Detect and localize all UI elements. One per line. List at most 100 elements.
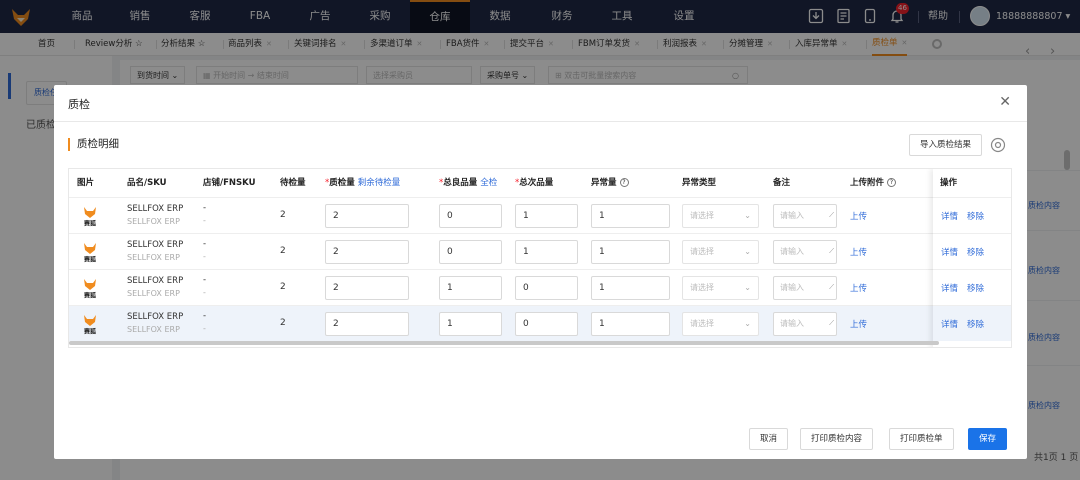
remark-placeholder: 请输入 (780, 247, 804, 256)
remark-textarea[interactable]: 请输入 ⟋ (773, 240, 837, 264)
good-qty-input[interactable]: 1 (439, 276, 502, 300)
defect-qty-input[interactable]: 0 (515, 312, 578, 336)
col-good-qty: *总良品量 全检 (439, 178, 498, 188)
pending-qty: 2 (280, 318, 286, 328)
abnormal-qty-input[interactable]: 1 (591, 312, 670, 336)
product-sku: SELLFOX ERP (127, 217, 180, 226)
fnsku: - (203, 252, 206, 261)
table-row: 赛狐 SELLFOX ERP SELLFOX ERP - - 2 2 1 0 1… (69, 305, 1011, 341)
col-good-label: 总良品量 (443, 178, 478, 188)
defect-qty-input[interactable]: 1 (515, 204, 578, 228)
fixed-ops-column (933, 169, 1011, 347)
select-placeholder: 请选择 (690, 247, 714, 256)
col-name-sku: 品名/SKU (127, 178, 167, 188)
col-pending: 待检量 (280, 178, 306, 188)
gear-icon[interactable] (990, 137, 1006, 153)
help-icon[interactable]: ? (887, 178, 897, 187)
full-inspect-link[interactable]: 全检 (480, 178, 497, 188)
select-placeholder: 请选择 (690, 319, 714, 328)
abnormal-type-select[interactable]: 请选择 ⌄ (682, 204, 759, 228)
product-name: SELLFOX ERP (127, 312, 184, 322)
remark-textarea[interactable]: 请输入 ⟋ (773, 312, 837, 336)
remark-textarea[interactable]: 请输入 ⟋ (773, 276, 837, 300)
chevron-down-icon: ⌄ (744, 211, 751, 220)
good-qty-input[interactable]: 1 (439, 312, 502, 336)
resize-handle-icon[interactable]: ⟋ (829, 276, 834, 298)
abnormal-qty-input[interactable]: 1 (591, 276, 670, 300)
col-inspect-qty: *质检量 剩余待检量 (325, 178, 401, 188)
good-qty-input[interactable]: 0 (439, 240, 502, 264)
modal-title: 质检 (68, 98, 90, 111)
table-row: 赛狐 SELLFOX ERP SELLFOX ERP - - 2 2 1 0 1… (69, 269, 1011, 305)
remark-placeholder: 请输入 (780, 283, 804, 292)
chevron-down-icon: ⌄ (744, 319, 751, 328)
print-qc-sheet-button[interactable]: 打印质检单 (889, 428, 954, 450)
fnsku: - (203, 288, 206, 297)
table-row: 赛狐 SELLFOX ERP SELLFOX ERP - - 2 2 0 1 1… (69, 233, 1011, 269)
col-store-fnsku: 店铺/FNSKU (203, 178, 256, 188)
pending-qty: 2 (280, 246, 286, 256)
upload-link[interactable]: 上传 (850, 282, 867, 294)
product-sku: SELLFOX ERP (127, 289, 180, 298)
product-image: 赛狐 (83, 243, 96, 264)
inspect-qty-input[interactable]: 2 (325, 240, 409, 264)
defect-qty-input[interactable]: 1 (515, 240, 578, 264)
fnsku: - (203, 324, 206, 333)
print-qc-content-button[interactable]: 打印质检内容 (800, 428, 874, 450)
remaining-pending-link[interactable]: 剩余待检量 (358, 178, 401, 188)
resize-handle-icon[interactable]: ⟋ (829, 204, 834, 226)
product-name: SELLFOX ERP (127, 240, 184, 250)
product-image: 赛狐 (83, 279, 96, 300)
col-defect-qty: *总次品量 (515, 178, 554, 188)
good-qty-input[interactable]: 0 (439, 204, 502, 228)
fnsku: - (203, 216, 206, 225)
col-defect-label: 总次品量 (519, 178, 554, 188)
chevron-down-icon: ⌄ (744, 247, 751, 256)
product-sku: SELLFOX ERP (127, 325, 180, 334)
save-button[interactable]: 保存 (968, 428, 1008, 450)
col-attachment: 上传附件? (850, 169, 897, 197)
remark-textarea[interactable]: 请输入 ⟋ (773, 204, 837, 228)
upload-link[interactable]: 上传 (850, 246, 867, 258)
horizontal-scrollbar[interactable] (69, 341, 939, 345)
image-caption: 赛狐 (83, 292, 96, 300)
abnormal-type-select[interactable]: 请选择 ⌄ (682, 240, 759, 264)
qc-detail-table: 图片 品名/SKU 店铺/FNSKU 待检量 *质检量 剩余待检量 *总良品量 全检… (68, 168, 1012, 348)
col-abnormal-type: 异常类型 (682, 178, 717, 188)
defect-qty-input[interactable]: 0 (515, 276, 578, 300)
cancel-button[interactable]: 取消 (749, 428, 789, 450)
inspect-qty-input[interactable]: 2 (325, 312, 409, 336)
abnormal-type-select[interactable]: 请选择 ⌄ (682, 312, 759, 336)
col-image: 图片 (77, 178, 95, 188)
col-inspect-label: 质检量 (329, 178, 355, 188)
inspect-qty-input[interactable]: 2 (325, 276, 409, 300)
remark-placeholder: 请输入 (780, 319, 804, 328)
qc-modal: 质检 ✕ 质检明细 导入质检结果 图片 品名/SKU 店铺/FNSKU 待检量 … (54, 85, 1027, 459)
chevron-down-icon: ⌄ (744, 283, 751, 292)
import-results-button[interactable]: 导入质检结果 (909, 134, 983, 156)
product-name: SELLFOX ERP (127, 204, 184, 214)
help-icon[interactable]: ? (619, 178, 629, 187)
section-title: 质检明细 (68, 138, 119, 151)
abnormal-qty-input[interactable]: 1 (591, 240, 670, 264)
image-caption: 赛狐 (83, 220, 96, 228)
abnormal-type-select[interactable]: 请选择 ⌄ (682, 276, 759, 300)
select-placeholder: 请选择 (690, 283, 714, 292)
store-name: - (203, 239, 207, 249)
inspect-qty-input[interactable]: 2 (325, 204, 409, 228)
image-caption: 赛狐 (83, 328, 96, 336)
col-remark: 备注 (773, 178, 791, 188)
product-sku: SELLFOX ERP (127, 253, 180, 262)
product-name: SELLFOX ERP (127, 276, 184, 286)
resize-handle-icon[interactable]: ⟋ (829, 240, 834, 262)
upload-link[interactable]: 上传 (850, 318, 867, 330)
pending-qty: 2 (280, 282, 286, 292)
close-icon[interactable]: ✕ (999, 94, 1011, 110)
image-caption: 赛狐 (83, 256, 96, 264)
abnormal-qty-input[interactable]: 1 (591, 204, 670, 228)
col-abnormal-label: 异常量 (591, 178, 617, 188)
store-name: - (203, 275, 207, 285)
col-attachment-label: 上传附件 (850, 178, 885, 188)
resize-handle-icon[interactable]: ⟋ (829, 312, 834, 334)
upload-link[interactable]: 上传 (850, 210, 867, 222)
